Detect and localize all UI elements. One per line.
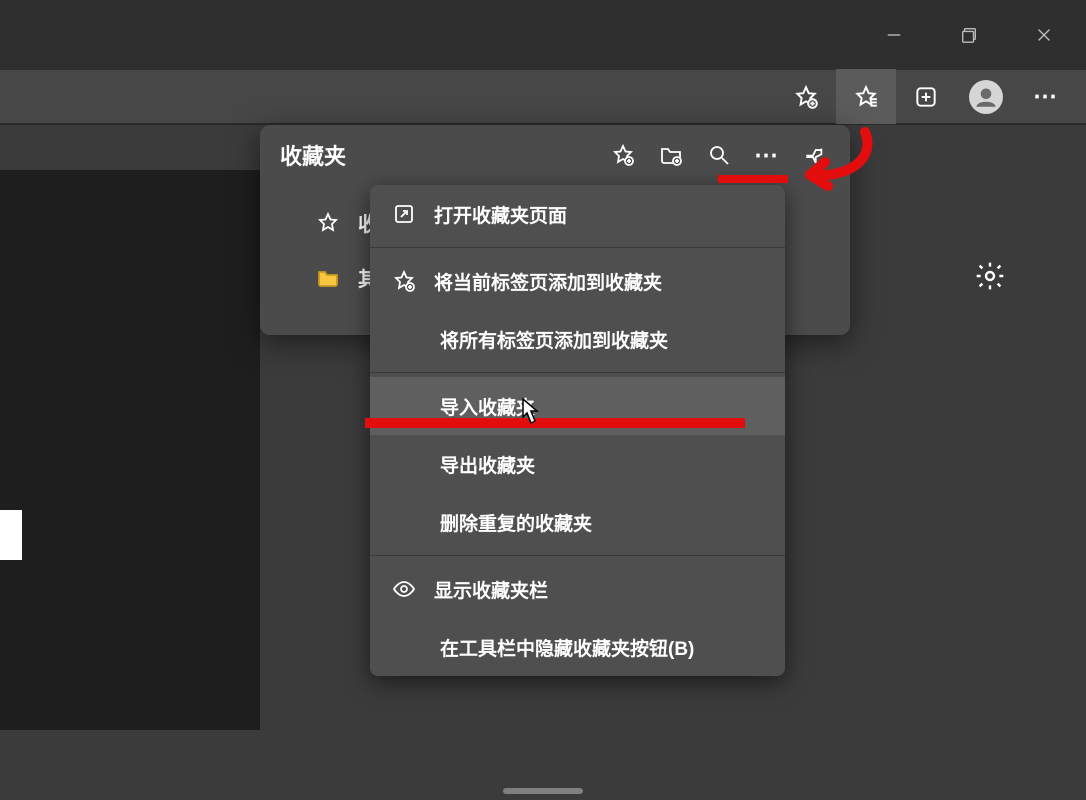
star-add-icon [611,143,635,167]
fav-more-button[interactable]: ⋯ [752,140,782,170]
fav-pin-button[interactable] [800,140,830,170]
menu-separator [370,247,785,248]
gear-icon [974,260,1006,292]
window-titlebar [0,0,1086,70]
open-new-icon [392,202,416,226]
bottom-drag-handle [503,788,583,794]
avatar-icon [969,80,1003,114]
menu-import-favorites[interactable]: 导入收藏夹 [370,377,785,435]
menu-open-favorites-page[interactable]: 打开收藏夹页面 [370,185,785,243]
folder-icon [316,266,340,290]
menu-label: 导出收藏夹 [440,451,535,478]
menu-separator [370,555,785,556]
fav-add-star-button[interactable] [608,140,638,170]
window-maximize-button[interactable] [946,13,991,58]
favorites-panel-header: 收藏夹 ⋯ [260,125,850,185]
menu-label: 在工具栏中隐藏收藏夹按钮(B) [440,634,694,661]
more-icon: ⋯ [754,141,780,170]
search-icon [707,143,731,167]
menu-add-current-tab[interactable]: 将当前标签页添加到收藏夹 [370,252,785,310]
profile-button[interactable] [956,69,1016,124]
menu-label: 显示收藏夹栏 [434,576,548,603]
collections-button[interactable] [896,69,956,124]
menu-remove-duplicates[interactable]: 删除重复的收藏夹 [370,493,785,551]
window-close-button[interactable] [1021,13,1066,58]
menu-label: 将当前标签页添加到收藏夹 [434,268,662,295]
toolbar-more-button[interactable]: ⋯ [1016,69,1076,124]
menu-show-favorites-bar[interactable]: 显示收藏夹栏 [370,560,785,618]
menu-separator [370,372,785,373]
pin-icon [803,143,827,167]
browser-toolbar: ⋯ [0,70,1086,125]
fav-add-folder-button[interactable] [656,140,686,170]
menu-hide-favorites-button[interactable]: 在工具栏中隐藏收藏夹按钮(B) [370,618,785,676]
eye-icon [392,577,416,601]
favorites-panel-title: 收藏夹 [280,139,608,171]
add-favorite-button[interactable] [776,69,836,124]
fav-search-button[interactable] [704,140,734,170]
menu-add-all-tabs[interactable]: 将所有标签页添加到收藏夹 [370,310,785,368]
content-fragment [0,510,22,560]
favorites-list-button[interactable] [836,69,896,124]
menu-export-favorites[interactable]: 导出收藏夹 [370,435,785,493]
star-outline-icon [316,211,340,235]
page-content-area [0,170,260,730]
page-settings-button[interactable] [974,260,1006,297]
menu-label: 打开收藏夹页面 [434,201,567,228]
menu-label: 导入收藏夹 [440,393,535,420]
favorites-context-menu: 打开收藏夹页面 将当前标签页添加到收藏夹 将所有标签页添加到收藏夹 导入收藏夹 … [370,185,785,676]
star-add-icon [392,269,416,293]
more-icon: ⋯ [1033,82,1059,111]
menu-label: 删除重复的收藏夹 [440,509,592,536]
folder-add-icon [659,143,683,167]
window-minimize-button[interactable] [871,13,916,58]
menu-label: 将所有标签页添加到收藏夹 [440,326,668,353]
